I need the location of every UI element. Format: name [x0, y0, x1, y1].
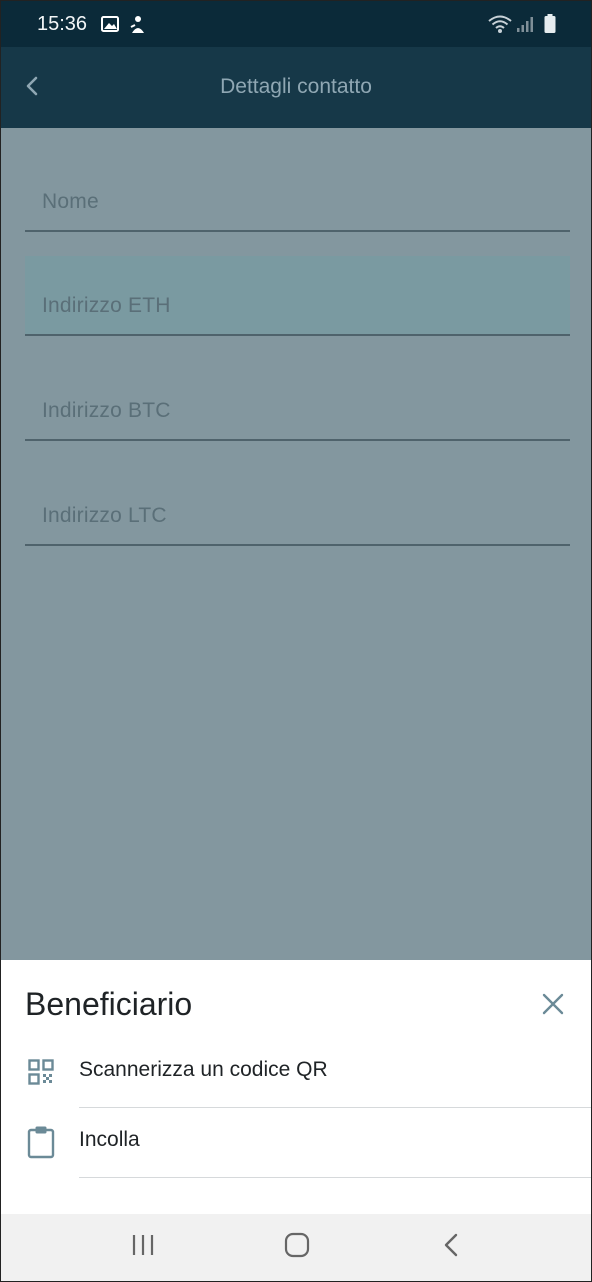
app-bar: Dettagli contatto	[1, 47, 591, 128]
ltc-address-field[interactable]: Indirizzo LTC	[25, 466, 570, 546]
home-icon	[284, 1232, 310, 1263]
name-field-label: Nome	[42, 190, 99, 213]
system-back-button[interactable]	[431, 1231, 471, 1263]
name-field[interactable]: Nome	[25, 152, 570, 232]
sheet-title: Beneficiario	[25, 986, 193, 1022]
back-icon	[443, 1233, 459, 1262]
btc-address-field[interactable]: Indirizzo BTC	[25, 361, 570, 441]
divider	[79, 1177, 591, 1178]
contact-form: Nome Indirizzo ETH Indirizzo BTC Indiriz…	[1, 128, 591, 960]
eth-address-field[interactable]: Indirizzo ETH	[25, 256, 570, 336]
scan-qr-label: Scannerizza un codice QR	[79, 1058, 328, 1081]
recent-apps-icon	[131, 1234, 155, 1261]
close-button[interactable]	[535, 988, 571, 1024]
btc-address-field-label: Indirizzo BTC	[42, 399, 171, 422]
status-time: 15:36	[37, 13, 88, 35]
battery-icon	[544, 14, 556, 39]
status-bar: 15:36	[1, 1, 591, 47]
page-title: Dettagli contatto	[220, 75, 372, 98]
signal-icon	[516, 15, 534, 38]
ltc-address-field-label: Indirizzo LTC	[42, 504, 167, 527]
phone-screen: 15:36 Dettagli contatto Nome Indirizzo E…	[0, 0, 592, 1282]
wifi-icon	[487, 14, 513, 39]
notification-icon	[129, 15, 147, 40]
qr-code-icon	[25, 1054, 57, 1090]
scan-qr-option[interactable]: Scannerizza un codice QR	[1, 1038, 591, 1108]
bottom-sheet: Beneficiario Scannerizza un codice QR In…	[1, 960, 591, 1214]
eth-address-field-label: Indirizzo ETH	[42, 294, 171, 317]
paste-option[interactable]: Incolla	[1, 1108, 591, 1178]
paste-label: Incolla	[79, 1128, 140, 1151]
recent-apps-button[interactable]	[123, 1231, 163, 1263]
clipboard-icon	[25, 1124, 57, 1160]
image-icon	[101, 15, 119, 38]
close-icon	[542, 993, 564, 1020]
home-button[interactable]	[277, 1231, 317, 1263]
system-nav-bar	[1, 1214, 591, 1281]
